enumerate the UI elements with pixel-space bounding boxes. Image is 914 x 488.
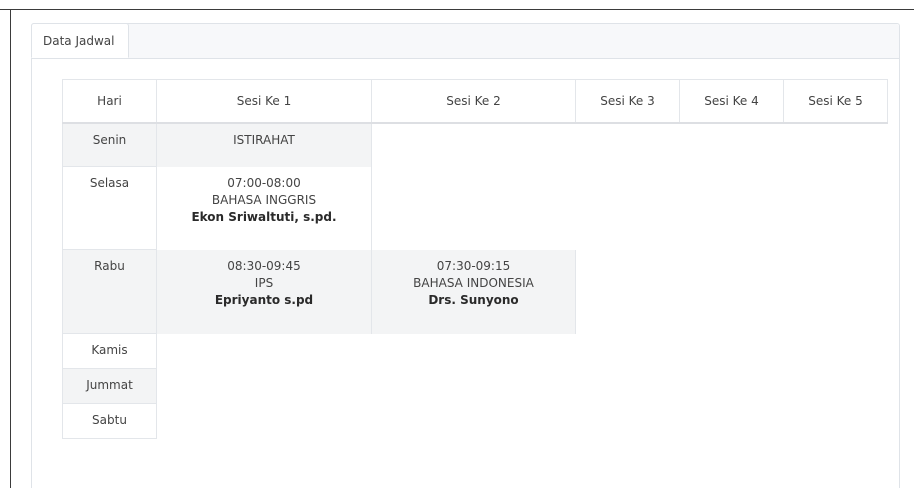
session-cell-empty bbox=[784, 123, 888, 167]
table-header-row: Hari Sesi Ke 1 Sesi Ke 2 Sesi Ke 3 Sesi … bbox=[62, 79, 888, 124]
session-cell-empty bbox=[372, 369, 576, 404]
session-teacher: Drs. Sunyono bbox=[428, 292, 519, 307]
table-row-selasa: Selasa 07:00-08:00 BAHASA INGGRIS Ekon S… bbox=[62, 166, 888, 250]
session-cell-empty bbox=[784, 167, 888, 250]
header-hari: Hari bbox=[62, 79, 157, 124]
day-cell-sabtu: Sabtu bbox=[62, 403, 157, 439]
table-row-jummat: Jummat bbox=[62, 368, 888, 404]
session-cell-empty bbox=[157, 334, 372, 369]
schedule-table: Hari Sesi Ke 1 Sesi Ke 2 Sesi Ke 3 Sesi … bbox=[62, 79, 888, 439]
session-cell-empty bbox=[372, 404, 576, 439]
header-sesi-3: Sesi Ke 3 bbox=[575, 79, 680, 124]
day-cell-selasa: Selasa bbox=[62, 166, 157, 250]
session-cell-empty bbox=[680, 369, 784, 404]
tab-strip: Data Jadwal bbox=[31, 23, 899, 59]
session-cell-empty bbox=[576, 334, 680, 369]
header-sesi-2: Sesi Ke 2 bbox=[371, 79, 576, 124]
session-cell-empty bbox=[372, 167, 576, 250]
session-subject: BAHASA INGGRIS bbox=[211, 192, 317, 207]
session-time: 07:00-08:00 bbox=[227, 175, 301, 190]
session-teacher: Epriyanto s.pd bbox=[214, 292, 314, 307]
window-left-edge bbox=[10, 9, 11, 488]
session-cell-rabu-1: 08:30-09:45 IPS Epriyanto s.pd bbox=[156, 249, 372, 334]
table-row-senin: Senin ISTIRAHAT bbox=[62, 122, 888, 167]
session-cell-empty bbox=[680, 404, 784, 439]
session-time: 08:30-09:45 bbox=[227, 258, 301, 273]
session-teacher: Ekon Sriwaltuti, s.pd. bbox=[191, 209, 337, 224]
page: Data Jadwal Hari Sesi Ke 1 Sesi Ke 2 Ses… bbox=[0, 0, 914, 488]
window-top-edge bbox=[0, 9, 914, 10]
session-cell-empty bbox=[784, 250, 888, 334]
session-cell-empty bbox=[680, 250, 784, 334]
session-subject: BAHASA INDONESIA bbox=[413, 275, 534, 290]
session-cell-empty bbox=[372, 123, 576, 167]
session-cell-empty bbox=[576, 250, 680, 334]
session-cell-empty bbox=[680, 334, 784, 369]
session-cell-senin-1: ISTIRAHAT bbox=[156, 123, 372, 167]
session-cell-empty bbox=[157, 369, 372, 404]
session-cell-empty bbox=[784, 334, 888, 369]
day-cell-senin: Senin bbox=[62, 122, 157, 167]
session-cell-empty bbox=[784, 404, 888, 439]
header-sesi-1: Sesi Ke 1 bbox=[156, 79, 372, 124]
session-cell-empty bbox=[576, 167, 680, 250]
session-cell-empty bbox=[576, 369, 680, 404]
table-row-sabtu: Sabtu bbox=[62, 403, 888, 439]
day-cell-kamis: Kamis bbox=[62, 333, 157, 369]
header-sesi-4: Sesi Ke 4 bbox=[679, 79, 784, 124]
table-row-rabu: Rabu 08:30-09:45 IPS Epriyanto s.pd 07:3… bbox=[62, 249, 888, 334]
session-cell-empty bbox=[576, 404, 680, 439]
session-cell-empty bbox=[576, 123, 680, 167]
session-time: 07:30-09:15 bbox=[436, 258, 511, 273]
session-cell-empty bbox=[784, 369, 888, 404]
session-cell-selasa-1: 07:00-08:00 BAHASA INGGRIS Ekon Sriwaltu… bbox=[156, 166, 372, 250]
session-cell-empty bbox=[680, 123, 784, 167]
session-note: ISTIRAHAT bbox=[233, 133, 295, 147]
schedule-panel: Data Jadwal Hari Sesi Ke 1 Sesi Ke 2 Ses… bbox=[31, 23, 900, 488]
session-subject: IPS bbox=[254, 275, 274, 290]
session-cell-empty bbox=[157, 404, 372, 439]
day-cell-jummat: Jummat bbox=[62, 368, 157, 404]
table-row-kamis: Kamis bbox=[62, 333, 888, 369]
header-sesi-5: Sesi Ke 5 bbox=[783, 79, 888, 124]
tab-data-jadwal[interactable]: Data Jadwal bbox=[31, 23, 130, 58]
session-cell-empty bbox=[372, 334, 576, 369]
session-cell-rabu-2: 07:30-09:15 BAHASA INDONESIA Drs. Sunyon… bbox=[371, 249, 576, 334]
day-cell-rabu: Rabu bbox=[62, 249, 157, 334]
session-cell-empty bbox=[680, 167, 784, 250]
